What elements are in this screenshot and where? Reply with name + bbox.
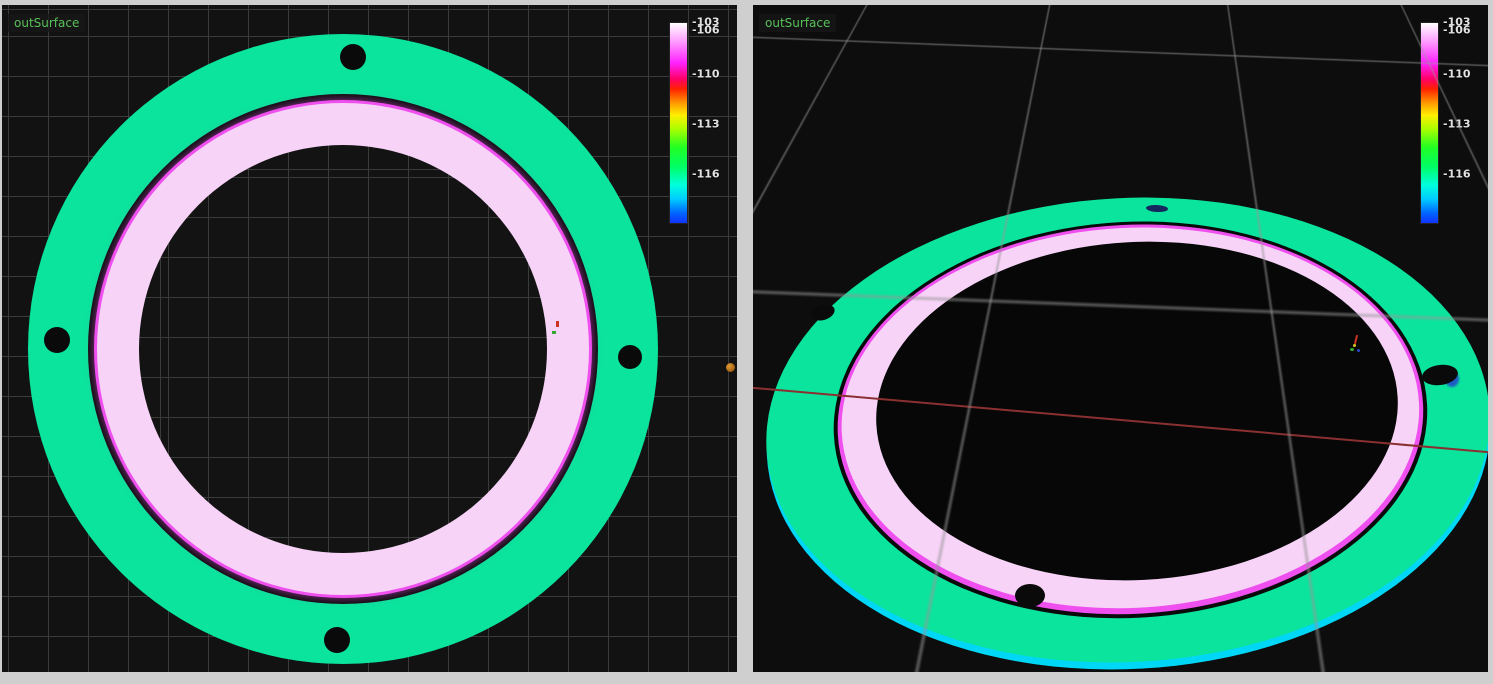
viewport-splitter-handle[interactable] (726, 363, 735, 372)
colorbar-gradient (669, 22, 688, 224)
colorbar-tick: -113 (1443, 118, 1471, 131)
viewport-perspective-view[interactable]: outSurface -103 -106 -110 -113 -116 (753, 5, 1488, 672)
axis-dot-green (1350, 348, 1354, 351)
colorbar-tick: -110 (692, 68, 720, 81)
bolt-hole-right (618, 345, 642, 369)
bolt-hole-bottom (1015, 584, 1045, 607)
application-window: outSurface -103 -106 -110 -113 -116 (0, 0, 1493, 684)
origin-axis-marker-icon (552, 331, 556, 334)
colorbar-tick: -116 (1443, 168, 1471, 181)
origin-axis-marker-icon (1349, 335, 1363, 353)
colorbar-tick: -116 (692, 168, 720, 181)
viewport-label: outSurface (759, 14, 836, 32)
colorbar-tick: -110 (1443, 68, 1471, 81)
colorbar-tick: -106 (1443, 24, 1471, 37)
viewport-top-view[interactable]: outSurface -103 -106 -110 -113 -116 (2, 5, 737, 672)
color-scale-legend: -103 -106 -110 -113 -116 (1420, 22, 1472, 228)
colorbar-tick: -113 (692, 118, 720, 131)
axis-x-red (1354, 335, 1358, 344)
bolt-hole-bottom (324, 627, 350, 653)
color-scale-legend: -103 -106 -110 -113 -116 (669, 22, 721, 228)
colorbar-tick: -106 (692, 24, 720, 37)
flange-center-hole (139, 145, 547, 553)
bolt-hole-top (340, 44, 366, 70)
origin-axis-marker-icon (556, 321, 559, 327)
colorbar-gradient (1420, 22, 1439, 224)
bolt-hole-left (44, 327, 70, 353)
axis-dot-blue (1357, 349, 1360, 352)
viewport-label: outSurface (8, 14, 85, 32)
axis-dot-yellow (1353, 344, 1356, 347)
